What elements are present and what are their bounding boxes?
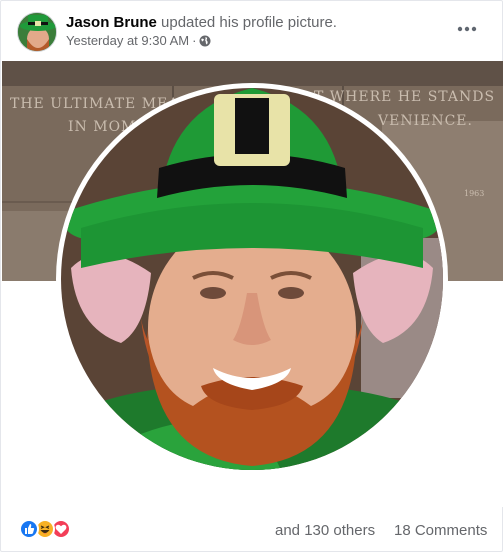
- globe-icon[interactable]: [199, 35, 211, 47]
- like-icon: [19, 519, 39, 539]
- plaque-year: 1963: [464, 189, 485, 198]
- more-options-button[interactable]: [449, 15, 485, 43]
- cover-inscription-2b: VENIENCE.: [378, 113, 473, 129]
- reaction-count[interactable]: and 130 others: [275, 522, 375, 539]
- separator: ·: [192, 33, 197, 48]
- reaction-icons[interactable]: [19, 519, 71, 539]
- timestamp[interactable]: Yesterday at 9:30 AM: [66, 33, 189, 49]
- cover-inscription-1b: T WHERE HE STANDS: [314, 89, 496, 105]
- more-options-icon: [457, 26, 477, 32]
- post-action: updated his profile picture.: [161, 14, 337, 31]
- profile-photo-area[interactable]: THE ULTIMATE MEAS T WHERE HE STANDS IN M…: [2, 61, 503, 507]
- post-header: Jason Brune updated his profile picture.…: [1, 1, 503, 61]
- profile-picture[interactable]: [56, 83, 448, 475]
- post-meta: Yesterday at 9:30 AM ·: [66, 33, 211, 49]
- comment-count[interactable]: 18 Comments: [394, 522, 487, 539]
- avatar[interactable]: [17, 12, 57, 52]
- author-name[interactable]: Jason Brune: [66, 14, 157, 31]
- post-headline: Jason Brune updated his profile picture.: [66, 13, 337, 32]
- post-footer: and 130 others 18 Comments: [1, 507, 503, 553]
- post-card: Jason Brune updated his profile picture.…: [0, 0, 503, 552]
